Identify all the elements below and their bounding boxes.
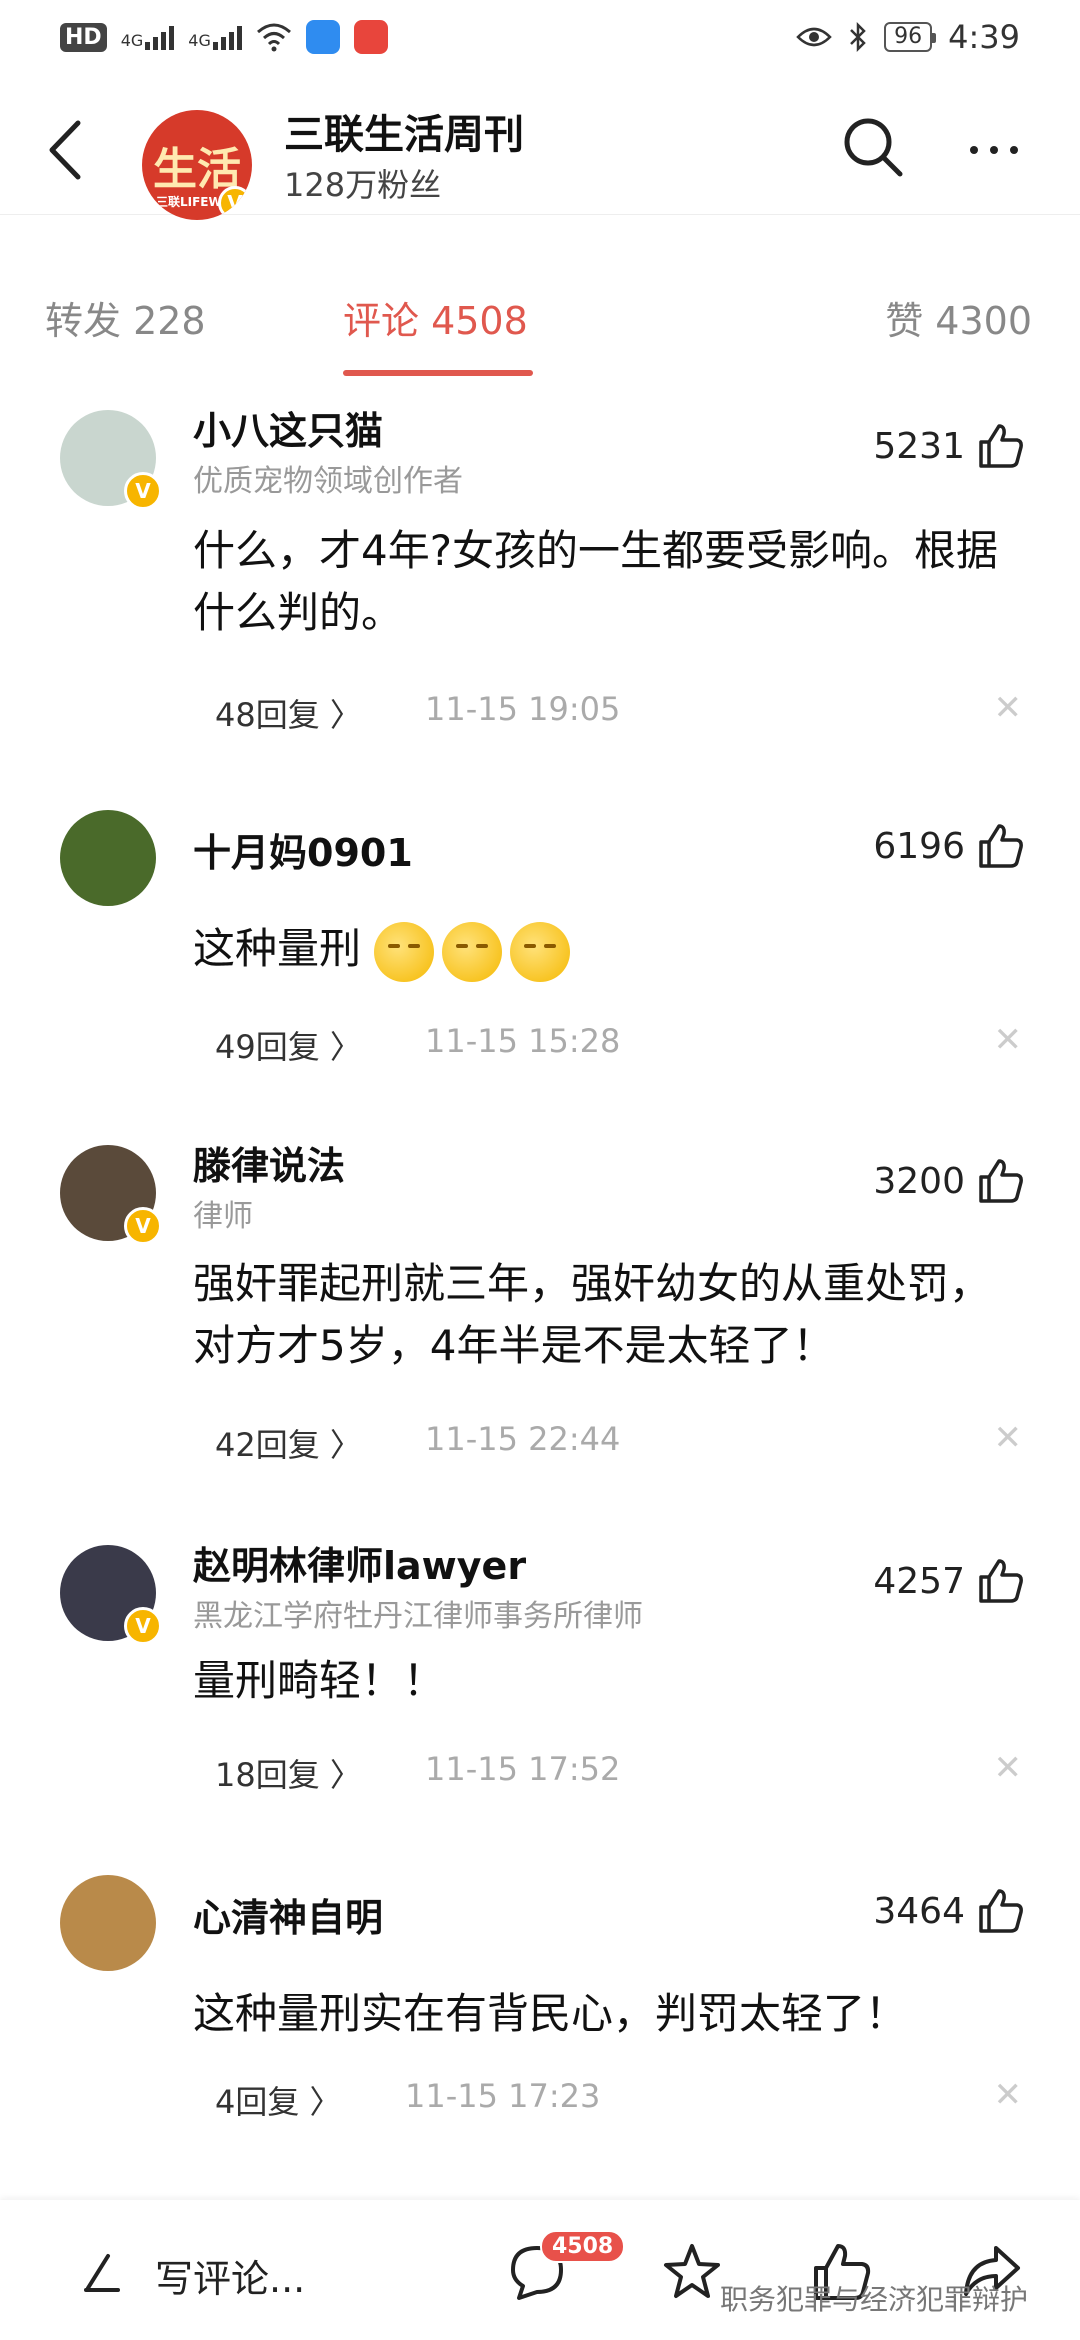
status-bar: HD 4G 4G 96 4:39 [0,0,1080,80]
pen-icon [84,2254,120,2292]
thumbs-up-icon[interactable] [977,1157,1025,1205]
wifi-icon [256,23,291,52]
comment-time: 11-15 15:28 [425,1022,621,1060]
commenter-name[interactable]: 赵明林律师lawyer [193,1535,526,1590]
avatar[interactable] [60,810,156,906]
thumbs-up-icon[interactable] [977,822,1025,870]
bottom-action-bar: 写评论... 4508 职务犯罪与经济犯罪辩护 [0,2200,1080,2340]
commenter-name[interactable]: 滕律说法 [193,1135,345,1190]
back-icon[interactable] [40,115,90,185]
account-name[interactable]: 三联生活周刊 [284,102,524,160]
profile-header: 生活 三联LIFEW V 三联生活周刊 128万粉丝 [0,80,1080,220]
bluetooth-icon [850,21,866,53]
more-options-icon[interactable] [970,135,1040,165]
reply-count-link[interactable]: 4回复 〉 [215,2077,342,2123]
follower-count: 128万粉丝 [284,166,442,204]
reply-count-link[interactable]: 49回复 〉 [215,1022,362,1068]
thumbs-up-icon[interactable] [977,1557,1025,1605]
commenter-title: 优质宠物领域创作者 [193,464,463,499]
thumbs-up-icon[interactable] [977,1887,1025,1935]
commenter-name[interactable]: 小八这只猫 [193,400,383,455]
like-count: 4257 [873,1561,965,1602]
signal-icon-1: 4G [121,24,175,50]
tab-bar: 转发 228 评论 4508 赞 4300 [0,280,1080,380]
like-count: 3464 [873,1891,965,1932]
watermark-text: 职务犯罪与经济犯罪辩护 [720,2283,1029,2316]
comment-text: 量刑畸轻！！ [193,1656,446,1705]
dismiss-icon[interactable]: ✕ [994,1020,1023,1060]
verified-icon: V [218,186,252,220]
like-count: 6196 [873,826,965,867]
comment-text: 这种量刑实在有背民心，判罚太轻了！ [193,1989,908,2038]
eye-icon [796,27,832,47]
verified-icon: V [124,472,162,510]
account-avatar[interactable]: 生活 三联LIFEW V [142,110,252,220]
app-notification-icon-2 [353,20,388,54]
emoji-icon [442,921,503,982]
comment-text: 强奸罪起刑就三年，强奸幼女的从重处罚，对方才5岁，4年半是不是太轻了！ [193,1259,992,1370]
hd-indicator: HD [60,22,107,52]
battery-indicator: 96 [884,22,937,52]
dismiss-icon[interactable]: ✕ [994,688,1023,728]
commenter-name[interactable]: 心清神自明 [193,1887,383,1942]
emoji-icon [374,921,435,982]
avatar[interactable]: V [60,1545,162,1645]
tab-reposts[interactable]: 转发 228 [45,290,206,345]
search-icon[interactable] [838,112,908,182]
reply-count-link[interactable]: 18回复 〉 [215,1750,362,1796]
emoji-icon [510,921,571,982]
comment-time: 11-15 17:52 [425,1750,621,1788]
thumbs-up-icon[interactable] [977,422,1025,470]
dismiss-icon[interactable]: ✕ [994,2075,1023,2115]
like-count: 3200 [873,1161,965,1202]
tab-comments[interactable]: 评论 4508 [343,290,528,345]
commenter-name[interactable]: 十月妈0901 [193,822,413,877]
commenter-title: 黑龙江学府牡丹江律师事务所律师 [193,1599,643,1634]
write-comment-input[interactable]: 写评论... [155,2248,305,2303]
comment-text: 什么，才4年?女孩的一生都要受影响。根据什么判的。 [193,526,999,637]
comment-time: 11-15 17:23 [405,2077,601,2115]
clock: 4:39 [948,18,1020,56]
comment-count-badge: 4508 [540,2230,626,2263]
reply-count-link[interactable]: 48回复 〉 [215,690,362,736]
avatar[interactable]: V [60,1145,162,1245]
app-notification-icon-1 [305,20,340,54]
avatar[interactable]: V [60,410,162,510]
dismiss-icon[interactable]: ✕ [994,1418,1023,1458]
verified-icon: V [124,1207,162,1245]
verified-icon: V [124,1607,162,1645]
reply-count-link[interactable]: 42回复 〉 [215,1420,362,1466]
signal-icon-2: 4G [188,24,242,50]
avatar[interactable] [60,1875,156,1971]
tab-likes[interactable]: 赞 4300 [885,290,1032,345]
commenter-title: 律师 [193,1199,253,1234]
dismiss-icon[interactable]: ✕ [994,1748,1023,1788]
like-count: 5231 [873,426,965,467]
comment-time: 11-15 22:44 [425,1420,621,1458]
comment-text: 这种量刑 [193,918,1023,982]
star-icon[interactable] [660,2240,724,2304]
active-tab-indicator [343,370,533,376]
comment-time: 11-15 19:05 [425,690,621,728]
